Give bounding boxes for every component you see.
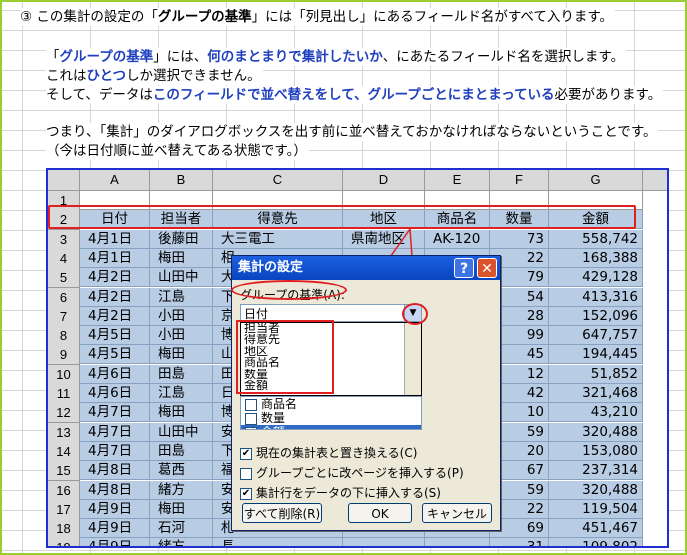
list-item-label: 商品名: [261, 397, 298, 411]
replace-current-checkbox[interactable]: ✔ 現在の集計表と置き換える(C): [240, 444, 417, 461]
list-item[interactable]: 数量: [241, 411, 421, 425]
summary-below-checkbox[interactable]: ✔ 集計行をデータの下に挿入する(S): [240, 484, 441, 501]
close-button[interactable]: ✕: [477, 258, 497, 278]
list-item[interactable]: 商品名: [241, 397, 421, 411]
subtotal-fields-list: 商品名数量 ✔ 金額: [240, 396, 422, 430]
dialog-title: 集計の設定: [238, 260, 304, 275]
checkbox-checked-icon[interactable]: ✔: [240, 487, 252, 500]
checkbox-checked-icon[interactable]: ✔: [245, 426, 257, 429]
dropdown-arrow-highlight-oval: [402, 303, 428, 325]
replace-label: 現在の集計表と置き換える(C): [256, 446, 418, 460]
group-label-highlight-oval: [231, 280, 347, 300]
list-item-label: 数量: [261, 411, 286, 425]
pagebreak-label: グループごとに改ページを挿入する(P): [256, 466, 464, 480]
cancel-button[interactable]: キャンセル: [422, 503, 492, 523]
checkbox-checked-icon[interactable]: ✔: [240, 447, 252, 460]
below-label: 集計行をデータの下に挿入する(S): [256, 486, 441, 500]
dialog-title-bar[interactable]: 集計の設定 ? ✕: [232, 256, 500, 280]
checkbox-empty-icon[interactable]: [245, 412, 257, 425]
dropdown-scrollbar[interactable]: [404, 323, 421, 395]
list-items: 商品名数量 ✔ 金額: [241, 397, 421, 429]
dropdown-list-highlight: [236, 320, 334, 394]
remove-all-button[interactable]: すべて削除(R): [242, 503, 322, 523]
page-break-checkbox[interactable]: グループごとに改ページを挿入する(P): [240, 464, 464, 481]
page-frame: ③ この集計の設定の「グループの基準」には「列見出し」にあるフィールド名がすべて…: [0, 0, 687, 555]
checkbox-empty-icon[interactable]: [240, 467, 252, 480]
list-item-label: 金額: [261, 425, 285, 429]
checkbox-empty-icon[interactable]: [245, 398, 257, 411]
group-by-value: 日付: [244, 307, 269, 321]
ok-button[interactable]: OK: [348, 503, 412, 523]
help-button[interactable]: ?: [454, 258, 474, 278]
list-item[interactable]: ✔ 金額: [241, 425, 421, 429]
